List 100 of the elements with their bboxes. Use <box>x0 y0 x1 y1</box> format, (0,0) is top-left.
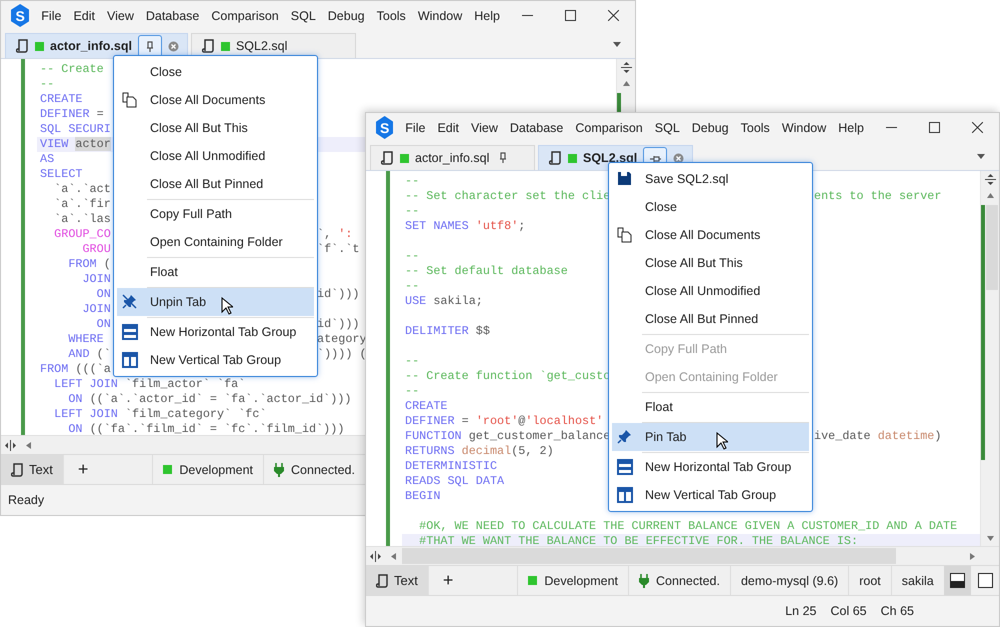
code-text: SET NAMES 'utf8'; <box>405 219 526 233</box>
menu-item[interactable]: Comparison <box>569 120 649 134</box>
menu-item[interactable]: Close All But Pinned <box>612 305 809 333</box>
document-tab[interactable]: actor_info.sql <box>370 145 535 170</box>
menu-item[interactable]: Close All Documents <box>612 221 809 249</box>
menu-item[interactable]: Edit <box>431 120 465 134</box>
text-view-tab[interactable]: Text <box>366 566 428 595</box>
pin-button[interactable] <box>498 152 508 164</box>
menu-item[interactable]: Close All Unmodified <box>117 142 314 170</box>
menu-item[interactable]: Tools <box>734 120 776 134</box>
document-tab[interactable]: SQL2.sql <box>190 33 356 58</box>
status-text: Ch 65 <box>880 604 914 618</box>
close-tab-button[interactable] <box>168 40 179 52</box>
code-text: -- <box>405 279 420 293</box>
code-text: `, ': <box>317 227 352 242</box>
menu-item[interactable]: Debug <box>322 8 371 22</box>
menu-item[interactable]: Copy Full Path <box>117 200 314 228</box>
menu-item[interactable]: Database <box>504 120 570 134</box>
menu-item[interactable]: New Horizontal Tab Group <box>612 453 809 481</box>
menu-item[interactable]: Unpin Tab <box>117 288 314 316</box>
menu-item[interactable]: Window <box>412 8 468 22</box>
split-layout-button[interactable] <box>944 566 972 595</box>
menu-item[interactable]: Close All Documents <box>117 86 314 114</box>
menu-item[interactable]: View <box>464 120 504 134</box>
document-tab[interactable]: actor_info.sql <box>5 33 188 58</box>
tab-label: actor_info.sql <box>415 151 490 165</box>
vertical-split-icon <box>122 352 138 368</box>
connection-info: root <box>859 574 881 588</box>
menu-item[interactable]: Close All But This <box>117 114 314 142</box>
menu-item[interactable]: New Vertical Tab Group <box>612 481 809 509</box>
code-text: #THAT WE WANT THE BALANCE TO BE EFFECTIVE FOR. THE BALANCE IS: <box>418 534 858 546</box>
code-text: SQL SECURI <box>40 122 111 136</box>
code-text: USE sakila; <box>405 294 483 308</box>
code-text: `a`.`fir <box>53 197 111 211</box>
menu-item[interactable]: Tools <box>370 8 412 22</box>
menu-item[interactable]: Window <box>776 120 832 134</box>
status-square-icon <box>35 42 44 50</box>
code-text: DEFINER = 'root'@'localhost' <box>405 414 604 428</box>
app-logo: S <box>11 4 30 27</box>
script-icon <box>549 151 562 165</box>
menu-item[interactable]: Pin Tab <box>612 423 809 451</box>
splitter-icon <box>984 174 996 184</box>
code-text: ents to the server <box>814 189 942 204</box>
vertical-split-icon <box>617 487 633 503</box>
menu-item[interactable]: View <box>100 8 140 22</box>
menu-item[interactable]: New Horizontal Tab Group <box>117 318 314 346</box>
menu-item[interactable]: Close All But This <box>612 249 809 277</box>
menu-item[interactable]: Open Containing Folder <box>117 228 314 256</box>
code-text: -- <box>405 204 420 218</box>
mouse-cursor-icon <box>221 297 233 315</box>
documents-icon <box>617 227 633 243</box>
menu-item[interactable]: Edit <box>67 8 101 22</box>
menu-item[interactable]: SQL <box>648 120 686 134</box>
menu-item[interactable]: Close All But Pinned <box>117 170 314 198</box>
down-arrow-icon <box>986 534 994 542</box>
pin-icon <box>617 429 632 444</box>
plug-icon <box>639 574 650 588</box>
code-text: -- <box>405 384 420 398</box>
code-text: CREATE <box>405 399 448 413</box>
script-icon <box>376 574 389 588</box>
code-text: `a`.`act <box>53 182 111 196</box>
splitter-icon <box>620 62 632 72</box>
scrollbar-thumb[interactable] <box>986 205 998 290</box>
split-panel-icon <box>950 573 966 588</box>
code-text: ategory <box>317 332 367 347</box>
code-text: DEFINER = <box>40 107 104 121</box>
menu-item[interactable]: Close All Unmodified <box>612 277 809 305</box>
plug-icon <box>274 462 284 476</box>
pin-icon <box>144 41 155 53</box>
menu-item[interactable]: Help <box>468 8 506 22</box>
code-text: LEFT JOIN `film_actor` `fa` <box>53 377 246 391</box>
code-text: ive_date datetime) <box>814 429 942 444</box>
mouse-cursor-icon <box>716 432 728 450</box>
menu-item[interactable]: File <box>399 120 432 134</box>
code-text: ON ((`a`.`actor_id` = `fa`.`actor_id`))) <box>67 392 352 406</box>
menu-item[interactable]: File <box>35 8 68 22</box>
menu-item[interactable]: SQL <box>284 8 322 22</box>
add-button[interactable]: + <box>62 455 102 484</box>
menu-item[interactable]: Debug <box>686 120 735 134</box>
status-square-icon <box>528 576 538 585</box>
menu-item[interactable]: Help <box>832 120 870 134</box>
code-text: -- <box>405 354 420 368</box>
add-button[interactable]: + <box>428 566 468 595</box>
status-text: Ready <box>8 493 44 507</box>
menu-item[interactable]: Close <box>612 193 809 221</box>
text-view-tab[interactable]: Text <box>1 455 63 484</box>
app-logo: S <box>376 116 394 139</box>
menu-item[interactable]: Comparison <box>205 8 285 22</box>
status-text: Col 65 <box>830 604 867 618</box>
menu-item[interactable]: Database <box>140 8 206 22</box>
menu-item[interactable]: New Vertical Tab Group <box>117 346 314 374</box>
code-text: DELIMITER $$ <box>405 324 490 338</box>
splitter-icon <box>4 440 16 450</box>
menu-item[interactable]: Float <box>117 258 314 286</box>
menu-item[interactable]: Close <box>117 58 314 86</box>
tab-label: SQL2.sql <box>583 151 638 165</box>
code-text: BEGIN <box>405 489 440 503</box>
code-text: -- <box>405 174 420 188</box>
script-icon <box>202 39 215 53</box>
menu-item[interactable]: Float <box>612 393 809 421</box>
